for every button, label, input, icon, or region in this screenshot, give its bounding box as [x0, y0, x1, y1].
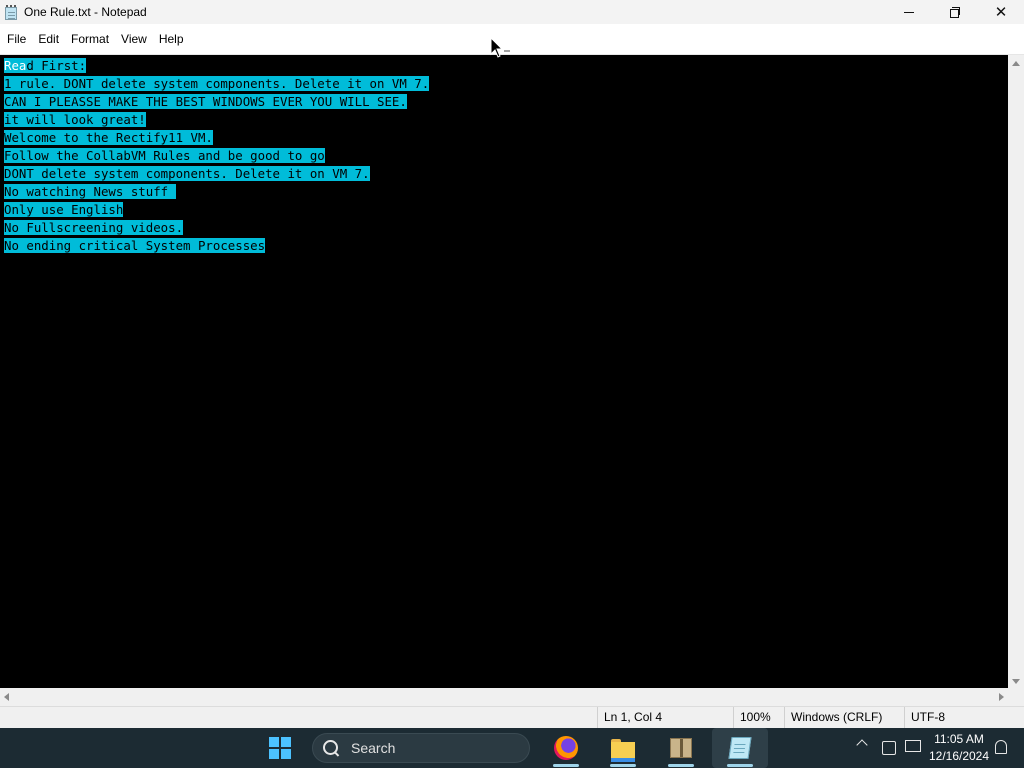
- text-line: 1 rule. DONT delete system components. D…: [4, 75, 1008, 93]
- line-text: 1 rule. DONT delete system components. D…: [4, 76, 430, 91]
- volume-icon[interactable]: [882, 741, 896, 755]
- search-placeholder: Search: [351, 740, 396, 756]
- line-text: Follow the CollabVM Rules and be good to…: [4, 148, 325, 163]
- zoom-level: 100%: [733, 707, 771, 728]
- firefox-taskbar-button[interactable]: [540, 728, 592, 768]
- menu-view[interactable]: View: [115, 29, 153, 49]
- menu-bar: File Edit Format View Help: [0, 24, 1024, 55]
- notification-bell-icon[interactable]: [995, 740, 1007, 754]
- archive-taskbar-button[interactable]: [655, 728, 707, 768]
- line-text: CAN I PLEASSE MAKE THE BEST WINDOWS EVER…: [4, 94, 407, 109]
- scroll-corner: [1008, 688, 1024, 706]
- taskbar-search[interactable]: Search: [312, 733, 530, 763]
- text-line: Follow the CollabVM Rules and be good to…: [4, 147, 1008, 165]
- running-indicator: [668, 764, 694, 767]
- network-icon[interactable]: [905, 740, 921, 752]
- text-line: No watching News stuff: [4, 183, 1008, 201]
- minimize-icon: [904, 11, 914, 13]
- file-explorer-taskbar-button[interactable]: [597, 728, 649, 768]
- taskbar-clock[interactable]: 11:05 AM 12/16/2024: [928, 731, 990, 765]
- horizontal-scrollbar[interactable]: [0, 688, 1008, 706]
- line-text: Only use English: [4, 202, 124, 217]
- line-text: DONT delete system components. Delete it…: [4, 166, 370, 181]
- running-indicator: [610, 764, 636, 767]
- notepad-app-icon[interactable]: [4, 4, 18, 20]
- running-indicator: [553, 764, 579, 767]
- line-ending: Windows (CRLF): [784, 707, 882, 728]
- title-bar[interactable]: One Rule.txt - Notepad ✕: [0, 0, 1024, 24]
- show-hidden-icons-chevron-icon[interactable]: [856, 739, 868, 751]
- notepad-taskbar-button[interactable]: [712, 728, 768, 768]
- text-line: Welcome to the Rectify11 VM.: [4, 129, 1008, 147]
- status-bar: Ln 1, Col 4 100% Windows (CRLF) UTF-8: [0, 706, 1024, 728]
- encoding: UTF-8: [904, 707, 945, 728]
- scroll-down-icon[interactable]: [1012, 679, 1020, 684]
- line-text: No Fullscreening videos.: [4, 220, 184, 235]
- text-line: CAN I PLEASSE MAKE THE BEST WINDOWS EVER…: [4, 93, 1008, 111]
- cursor-position: Ln 1, Col 4: [597, 707, 662, 728]
- archive-icon: [670, 738, 692, 758]
- minimize-button[interactable]: [886, 0, 932, 24]
- menu-format[interactable]: Format: [65, 29, 115, 49]
- restore-icon: [950, 7, 960, 18]
- start-button[interactable]: [254, 728, 306, 768]
- menu-edit[interactable]: Edit: [32, 29, 65, 49]
- line-text: No watching News stuff: [4, 184, 176, 199]
- line-text-0a: Rea: [4, 58, 27, 73]
- text-editor[interactable]: Read First: 1 rule. DONT delete system c…: [0, 55, 1008, 688]
- clock-date: 12/16/2024: [928, 749, 990, 763]
- line-text: No ending critical System Processes: [4, 238, 266, 253]
- line-text: Welcome to the Rectify11 VM.: [4, 130, 213, 145]
- close-icon: ✕: [994, 3, 1008, 21]
- line-text-0b: d First:: [26, 58, 87, 73]
- active-indicator: [727, 764, 753, 767]
- window-title: One Rule.txt - Notepad: [24, 5, 147, 19]
- windows-start-icon: [269, 737, 291, 759]
- text-line: it will look great!: [4, 111, 1008, 129]
- file-explorer-icon: [611, 738, 635, 762]
- text-line: Read First:: [4, 57, 1008, 75]
- menu-help[interactable]: Help: [153, 29, 190, 49]
- scroll-left-icon[interactable]: [4, 693, 9, 701]
- text-line: Only use English: [4, 201, 1008, 219]
- text-line: DONT delete system components. Delete it…: [4, 165, 1008, 183]
- line-text: it will look great!: [4, 112, 146, 127]
- restore-button[interactable]: [932, 0, 978, 24]
- firefox-icon: [554, 736, 578, 760]
- scroll-right-icon[interactable]: [999, 693, 1004, 701]
- vertical-scrollbar[interactable]: [1008, 55, 1024, 688]
- text-line: No ending critical System Processes: [4, 237, 1008, 255]
- text-line: No Fullscreening videos.: [4, 219, 1008, 237]
- menu-file[interactable]: File: [1, 29, 32, 49]
- taskbar: Search 11:05 AM 12/16/2024: [0, 728, 1024, 768]
- close-button[interactable]: ✕: [978, 0, 1024, 24]
- clock-time: 11:05 AM: [934, 732, 984, 746]
- scroll-up-icon[interactable]: [1012, 61, 1020, 66]
- mouse-cursor-icon: [490, 37, 510, 58]
- search-icon: [323, 740, 339, 756]
- notepad-icon: [728, 737, 752, 759]
